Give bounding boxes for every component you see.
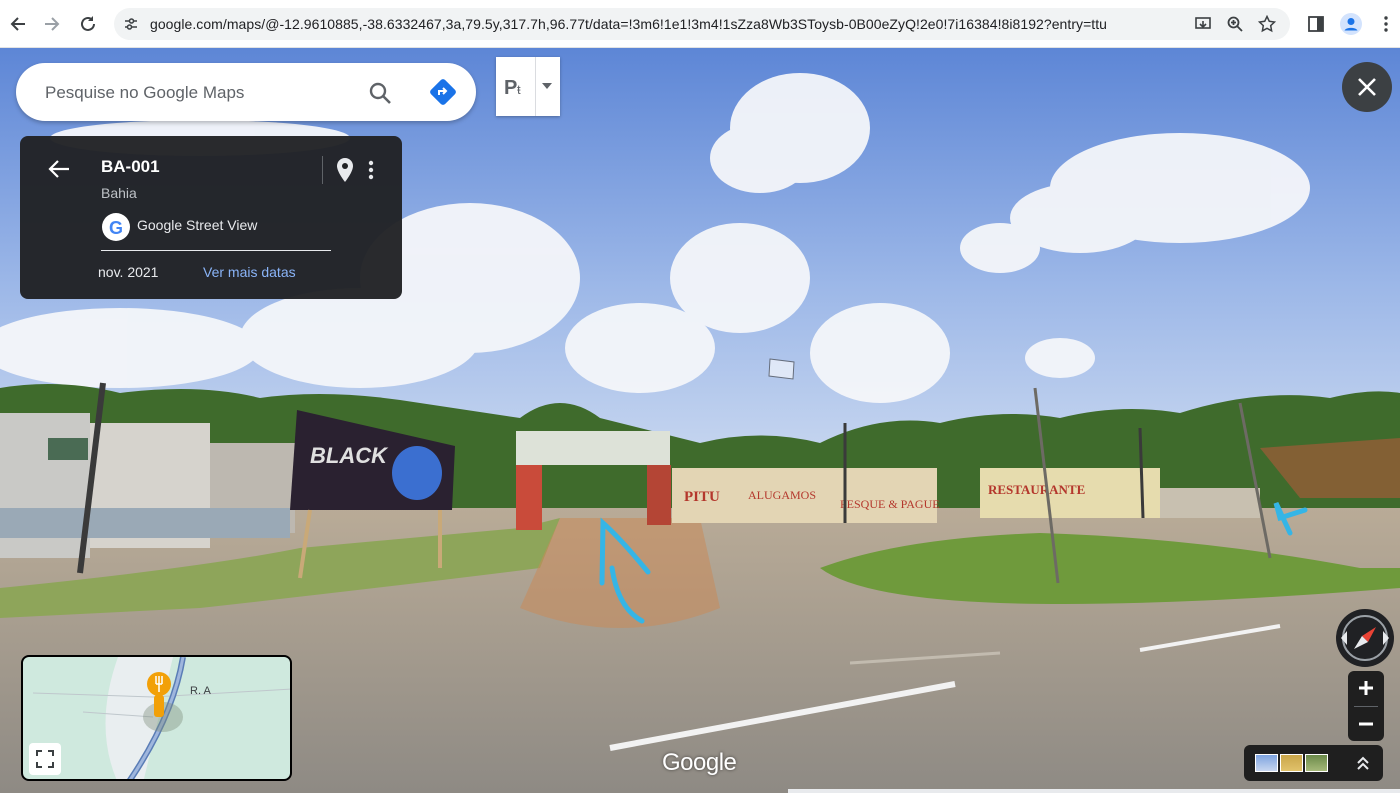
browser-toolbar: google.com/maps/@-12.9610885,-38.6332467… xyxy=(0,0,1400,48)
back-button[interactable] xyxy=(6,12,30,36)
install-app-icon[interactable] xyxy=(1194,15,1212,33)
side-panel-button[interactable] xyxy=(1304,12,1328,36)
street-view-pegman-icon: Pŧ xyxy=(504,77,521,99)
photo-thumbnail[interactable] xyxy=(1305,754,1328,772)
see-more-dates-link[interactable]: Ver mais datas xyxy=(203,264,296,280)
side-panel-icon xyxy=(1308,16,1324,32)
svg-text:PITU: PITU xyxy=(684,489,720,505)
google-logo-icon: G xyxy=(102,213,130,241)
arrow-right-icon xyxy=(45,17,60,31)
close-icon xyxy=(1358,78,1376,96)
browser-menu-button[interactable] xyxy=(1374,12,1398,36)
pegman-icon xyxy=(147,672,171,717)
arrow-left-icon xyxy=(10,17,25,31)
chevron-down-icon xyxy=(542,83,552,89)
photo-strip-toggle[interactable] xyxy=(1244,745,1383,781)
url-text[interactable]: google.com/maps/@-12.9610885,-38.6332467… xyxy=(150,16,1107,32)
directions-icon[interactable] xyxy=(429,78,457,106)
compass-icon xyxy=(1341,615,1389,661)
svg-text:RESTAURANTE: RESTAURANTE xyxy=(988,482,1085,497)
zoom-out-button[interactable] xyxy=(1348,707,1384,741)
search-input[interactable]: Pesquise no Google Maps xyxy=(45,83,244,103)
photo-thumbnail[interactable] xyxy=(1280,754,1303,772)
profile-button[interactable] xyxy=(1339,12,1363,36)
zoom-controls xyxy=(1348,671,1384,741)
minus-icon xyxy=(1359,722,1373,726)
photo-thumbnail[interactable] xyxy=(1255,754,1278,772)
expand-map-button[interactable] xyxy=(29,743,61,775)
google-watermark: Google xyxy=(662,749,737,776)
avatar-icon xyxy=(1340,13,1362,35)
svg-text:P: P xyxy=(504,77,517,99)
bookmark-star-icon[interactable] xyxy=(1258,15,1276,33)
fullscreen-icon xyxy=(36,750,54,768)
search-icon[interactable] xyxy=(368,81,392,105)
site-settings-icon[interactable] xyxy=(123,16,139,32)
bottom-scroll-track xyxy=(788,789,1400,793)
location-subtitle: Bahia xyxy=(101,185,137,201)
location-info-card: BA-001 Bahia G Google Street View nov. 2… xyxy=(20,136,402,299)
svg-text:ALUGAMOS: ALUGAMOS xyxy=(748,488,816,502)
location-title: BA-001 xyxy=(101,157,160,176)
more-options-icon[interactable] xyxy=(368,160,374,180)
address-bar[interactable]: google.com/maps/@-12.9610885,-38.6332467… xyxy=(114,8,1290,40)
street-view-selector[interactable]: Pŧ xyxy=(496,57,560,116)
source-label: Google Street View xyxy=(137,217,258,233)
reload-button[interactable] xyxy=(76,12,100,36)
back-arrow-icon[interactable] xyxy=(48,159,70,179)
map-pin-icon[interactable] xyxy=(336,157,354,183)
svg-text:PESQUE & PAGUE: PESQUE & PAGUE xyxy=(840,497,940,511)
more-vert-icon xyxy=(1384,16,1388,32)
card-divider xyxy=(101,250,331,251)
road-label: R. A xyxy=(190,685,211,697)
svg-text:BLACK: BLACK xyxy=(310,443,389,468)
chevron-up-double-icon[interactable] xyxy=(1356,755,1370,771)
svg-text:G: G xyxy=(109,218,123,238)
search-box[interactable]: Pesquise no Google Maps xyxy=(16,63,476,121)
zoom-in-button[interactable] xyxy=(1348,671,1384,705)
reload-icon xyxy=(81,16,95,31)
plus-icon xyxy=(1359,681,1373,695)
forward-button[interactable] xyxy=(40,12,64,36)
capture-date: nov. 2021 xyxy=(98,264,159,280)
svg-text:ŧ: ŧ xyxy=(517,82,521,97)
compass-button[interactable] xyxy=(1336,609,1394,667)
close-street-view-button[interactable] xyxy=(1342,62,1392,112)
mini-map[interactable]: R. A xyxy=(21,655,292,781)
zoom-icon[interactable] xyxy=(1226,15,1244,33)
